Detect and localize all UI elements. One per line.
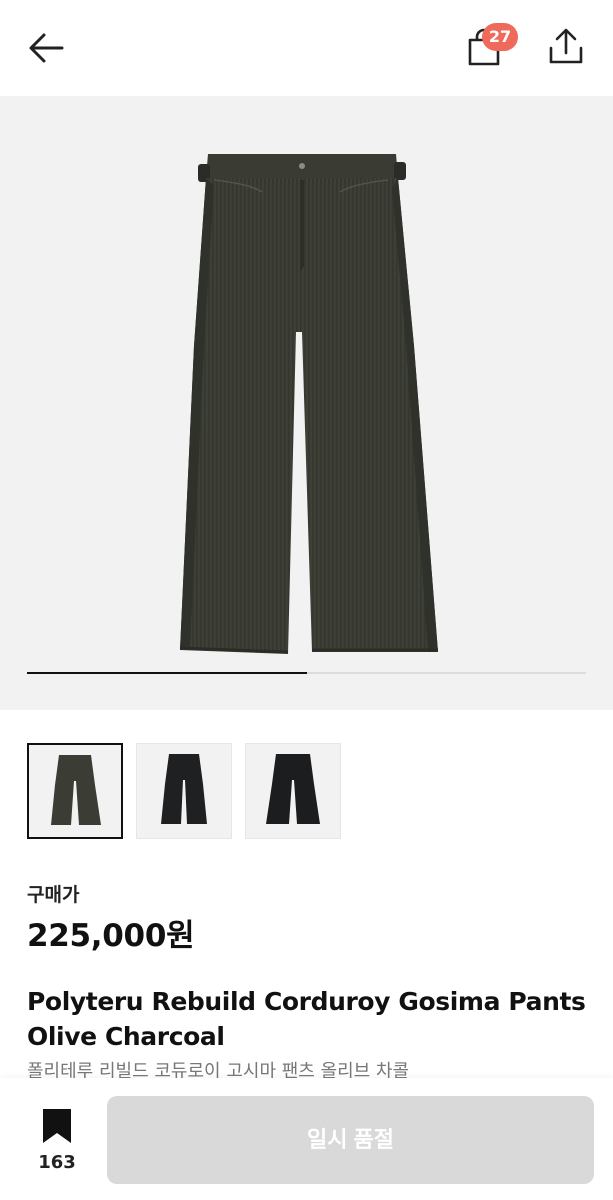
product-title: Polyteru Rebuild Corduroy Gosima Pants O… <box>27 987 586 1051</box>
share-icon <box>549 28 583 64</box>
gallery-progress-fill <box>27 672 307 674</box>
product-main-image <box>179 154 438 654</box>
sold-out-button[interactable]: 일시 품절 <box>107 1096 594 1184</box>
arrow-left-icon <box>29 33 64 63</box>
thumbnail-black[interactable] <box>136 743 232 839</box>
price-value: 225,000원 <box>27 918 195 954</box>
thumbnail-olive-charcoal[interactable] <box>27 743 123 839</box>
price-label: 구매가 <box>27 884 80 906</box>
thumbnail-black-alt[interactable] <box>245 743 341 839</box>
back-button[interactable] <box>26 28 66 68</box>
thumbnail-strip <box>27 743 587 839</box>
top-bar: 27 <box>0 0 613 96</box>
bookmark-button[interactable]: 163 <box>28 1106 86 1178</box>
thumbnail-image <box>266 754 320 824</box>
product-image-gallery[interactable] <box>0 96 613 710</box>
bookmark-icon <box>43 1109 71 1143</box>
bag-count-badge: 27 <box>482 23 518 51</box>
thumbnail-image <box>51 755 101 825</box>
bookmark-count: 163 <box>38 1152 76 1173</box>
share-button[interactable] <box>545 26 587 68</box>
gallery-progress <box>27 672 586 674</box>
thumbnail-image <box>161 754 207 824</box>
